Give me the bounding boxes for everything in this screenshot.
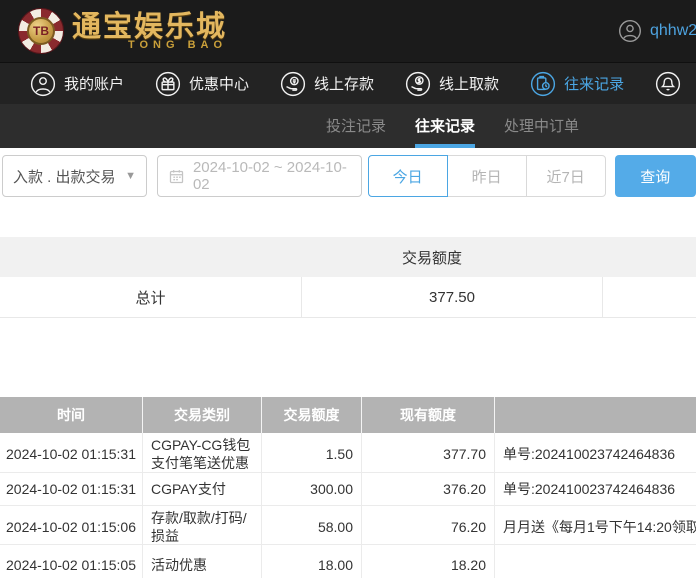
table-row: 2024-10-02 01:15:06 存款/取款/打码/损益 58.00 76… <box>0 506 696 548</box>
user-area[interactable]: qhhw2 <box>618 0 696 62</box>
nav-item-announcements[interactable] <box>655 71 689 97</box>
table-row: 2024-10-02 01:15:31 CGPAY支付 300.00 376.2… <box>0 473 696 506</box>
col-header-time: 时间 <box>0 397 143 433</box>
summary-empty-cell <box>603 277 696 317</box>
cell-summary: 月月送《每月1号下午14:20领取》 <box>503 519 696 535</box>
withdraw-icon <box>405 71 431 97</box>
cell-amount: 58.00 <box>262 506 362 548</box>
top-header: TB 通宝娱乐城 TONG BAO qhhw2 <box>0 0 696 62</box>
table-row: 2024-10-02 01:15:05 活动优惠 18.00 18.20 <box>0 545 696 578</box>
cell-time: 2024-10-02 01:15:06 <box>0 506 143 548</box>
nav-item-deposit[interactable]: 线上存款 <box>280 71 374 97</box>
deposit-icon <box>280 71 306 97</box>
username[interactable]: qhhw2 <box>650 22 696 40</box>
cell-balance: 18.20 <box>362 545 495 578</box>
nav-item-transactions[interactable]: 往来记录 <box>530 71 624 97</box>
col-header-amount: 交易额度 <box>262 397 362 433</box>
last7days-button[interactable]: 近7日 <box>525 155 606 197</box>
nav-item-label: 我的账户 <box>64 76 125 93</box>
cell-balance: 377.70 <box>362 433 495 475</box>
transaction-type-select[interactable]: 入款 . 出款交易 ▼ <box>2 155 147 197</box>
cell-type: 存款/取款/打码/损益 <box>143 506 262 548</box>
nav-item-label: 往来记录 <box>564 76 625 93</box>
cell-amount: 18.00 <box>262 545 362 578</box>
cell-type: CGPAY支付 <box>143 473 262 505</box>
transaction-table: 时间 交易类别 交易额度 现有额度 摘要 2024-10-02 01:15:31… <box>0 397 696 578</box>
cell-amount: 300.00 <box>262 473 362 505</box>
page: TB 通宝娱乐城 TONG BAO qhhw2 我的账户 优惠中心 线上存款 线… <box>0 0 696 578</box>
summary-header: 交易额度 <box>0 237 696 277</box>
tab-transaction-records[interactable]: 往来记录 <box>415 104 476 148</box>
chip-monogram: TB <box>27 17 55 45</box>
tab-pending-orders[interactable]: 处理中订单 <box>504 104 579 148</box>
search-button[interactable]: 查询 <box>614 155 696 197</box>
cell-amount: 1.50 <box>262 433 362 475</box>
brand-logo[interactable]: TB 通宝娱乐城 TONG BAO <box>18 8 227 54</box>
user-icon <box>30 71 56 97</box>
summary-row: 总计 377.50 <box>0 277 696 318</box>
date-range-value: 2024-10-02 ~ 2024-10-02 <box>192 159 347 193</box>
quick-date-group: 今日 昨日 近7日 <box>367 155 606 197</box>
calendar-icon <box>168 168 185 185</box>
brand-title: 通宝娱乐城 <box>72 9 228 43</box>
date-range-input[interactable]: 2024-10-02 ~ 2024-10-02 <box>156 155 362 197</box>
transaction-type-value: 入款 . 出款交易 <box>13 168 116 186</box>
nav-item-withdraw[interactable]: 线上取款 <box>405 71 499 97</box>
records-icon <box>530 71 556 97</box>
main-nav: 我的账户 优惠中心 线上存款 线上取款 往来记录 <box>0 62 696 104</box>
poker-chip-icon: TB <box>18 8 64 54</box>
bell-icon <box>655 71 681 97</box>
cell-type: CGPAY-CG钱包支付笔笔送优惠 <box>143 433 262 475</box>
tab-bet-records[interactable]: 投注记录 <box>326 104 386 148</box>
col-header-summary: 摘要 <box>495 397 696 433</box>
nav-item-label: 线上存款 <box>314 76 375 93</box>
nav-item-promotions[interactable]: 优惠中心 <box>155 71 249 97</box>
today-button[interactable]: 今日 <box>367 155 448 197</box>
cell-summary <box>495 545 696 578</box>
summary-table: 交易额度 总计 377.50 <box>0 237 696 318</box>
chevron-down-icon: ▼ <box>125 170 136 182</box>
cell-balance: 76.20 <box>362 506 495 548</box>
user-avatar-icon <box>618 19 642 43</box>
col-header-balance: 现有额度 <box>362 397 495 433</box>
sub-nav: 投注记录 往来记录 处理中订单 <box>0 104 696 148</box>
cell-type: 活动优惠 <box>143 545 262 578</box>
brand-subtitle: TONG BAO <box>127 39 228 51</box>
cell-balance: 376.20 <box>362 473 495 505</box>
filter-bar: 入款 . 出款交易 ▼ 2024-10-02 ~ 2024-10-02 今日 昨… <box>0 155 696 197</box>
summary-total-value: 377.50 <box>302 277 603 317</box>
cell-time: 2024-10-02 01:15:31 <box>0 433 143 475</box>
nav-item-label: 线上取款 <box>439 76 500 93</box>
content: 入款 . 出款交易 ▼ 2024-10-02 ~ 2024-10-02 今日 昨… <box>0 155 696 578</box>
cell-summary: 单号:202410023742464836 <box>503 446 676 462</box>
cell-time: 2024-10-02 01:15:31 <box>0 473 143 505</box>
gift-icon <box>155 71 181 97</box>
brand-text: 通宝娱乐城 TONG BAO <box>72 11 227 51</box>
col-header-type: 交易类别 <box>143 397 262 433</box>
yesterday-button[interactable]: 昨日 <box>446 155 527 197</box>
table-header-row: 时间 交易类别 交易额度 现有额度 摘要 <box>0 397 696 433</box>
nav-item-my-account[interactable]: 我的账户 <box>30 71 124 97</box>
summary-total-label: 总计 <box>0 277 302 317</box>
cell-time: 2024-10-02 01:15:05 <box>0 545 143 578</box>
nav-item-label: 优惠中心 <box>189 76 250 93</box>
table-row: 2024-10-02 01:15:31 CGPAY-CG钱包支付笔笔送优惠 1.… <box>0 433 696 475</box>
cell-summary: 单号:202410023742464836 <box>503 481 676 497</box>
